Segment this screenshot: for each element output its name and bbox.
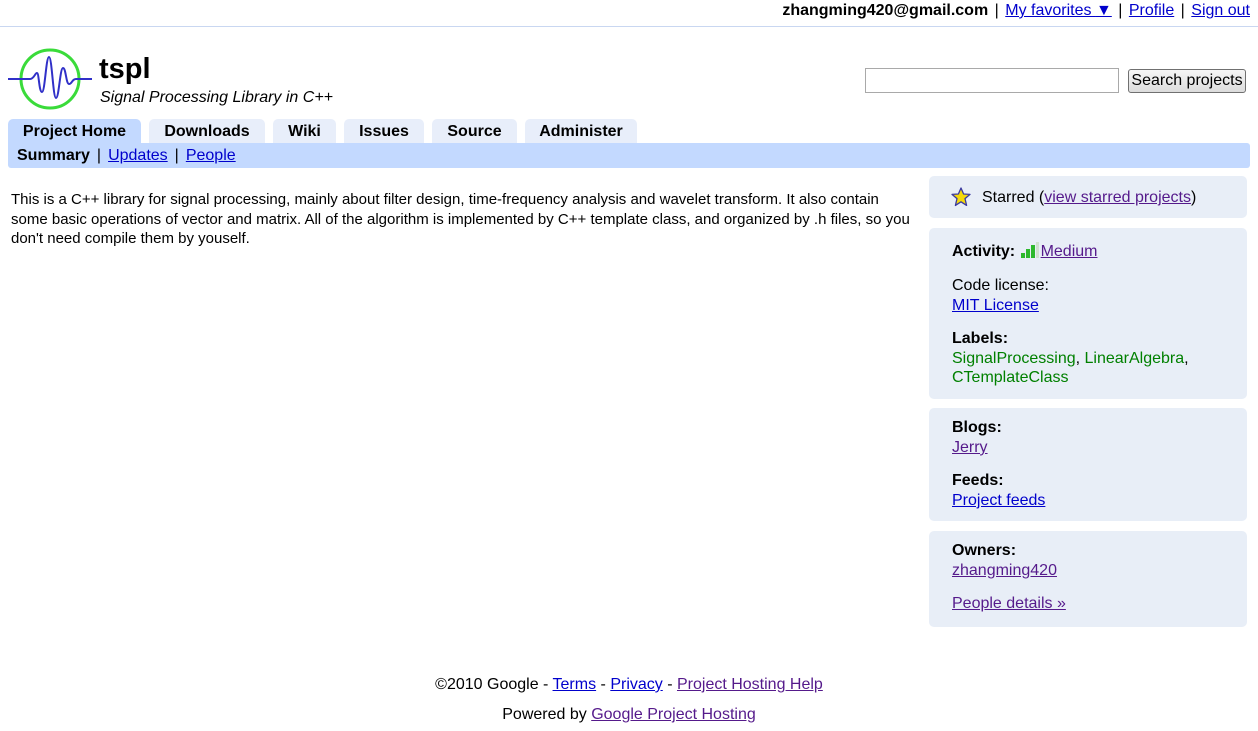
separator: |: [1180, 2, 1185, 19]
view-starred-projects-link[interactable]: view starred projects: [1044, 189, 1191, 206]
activity-label: Activity:: [952, 243, 1016, 260]
blog-link[interactable]: Jerry: [952, 439, 988, 456]
subnav-summary: Summary: [17, 147, 90, 164]
activity-row: Activity: Medium: [952, 242, 1097, 262]
label-tag[interactable]: SignalProcessing: [952, 350, 1076, 367]
labels-list-cont: CTemplateClass: [952, 368, 1068, 388]
feeds-label: Feeds:: [952, 472, 1004, 489]
starred-label: Starred: [982, 189, 1035, 206]
owners-label: Owners:: [952, 542, 1017, 559]
activity-value-link[interactable]: Medium: [1041, 243, 1098, 260]
user-email: zhangming420@gmail.com: [782, 2, 989, 19]
privacy-link[interactable]: Privacy: [610, 676, 662, 693]
user-bar: zhangming420@gmail.com | My favorites ▼ …: [0, 0, 1258, 27]
my-favorites-label: My favorites: [1005, 2, 1092, 19]
license-label: Code license:: [952, 277, 1049, 294]
tab-downloads[interactable]: Downloads: [149, 119, 265, 143]
terms-link[interactable]: Terms: [553, 676, 597, 693]
project-summary: Signal Processing Library in C++: [100, 89, 334, 106]
copyright: ©2010 Google: [435, 676, 539, 693]
project-logo[interactable]: [8, 48, 92, 110]
label-tag[interactable]: CTemplateClass: [952, 369, 1068, 386]
footer-links: ©2010 Google - Terms - Privacy - Project…: [435, 676, 823, 693]
owners-box: Owners: zhangming420 People details »: [929, 531, 1247, 627]
subnav-people[interactable]: People: [186, 147, 236, 164]
tab-administer[interactable]: Administer: [525, 119, 637, 143]
search-input[interactable]: [865, 68, 1119, 93]
sign-out-link[interactable]: Sign out: [1191, 2, 1250, 19]
people-details-link[interactable]: People details »: [952, 595, 1066, 612]
separator: |: [1118, 2, 1123, 19]
google-project-hosting-link[interactable]: Google Project Hosting: [591, 706, 756, 723]
blog-row: Jerry: [952, 438, 988, 458]
powered-by-label: Powered by: [502, 706, 587, 723]
people-details-row: People details »: [952, 594, 1066, 614]
owner-row: zhangming420: [952, 561, 1057, 581]
star-icon[interactable]: [951, 187, 971, 207]
labels-label: Labels:: [952, 330, 1009, 347]
separator: |: [174, 147, 179, 164]
project-description: This is a C++ library for signal process…: [11, 191, 910, 247]
starred-line: Starred (view starred projects): [982, 189, 1197, 206]
license-row: MIT License: [952, 296, 1039, 316]
label-tag[interactable]: LinearAlgebra: [1085, 350, 1185, 367]
separator: |: [994, 2, 999, 19]
footer-powered: Powered by Google Project Hosting: [0, 705, 1258, 725]
starred-box: Starred (view starred projects): [929, 176, 1247, 218]
project-meta-box: Activity: Medium Code license: MIT Licen…: [929, 228, 1247, 399]
project-hosting-help-link[interactable]: Project Hosting Help: [677, 676, 823, 693]
tab-issues[interactable]: Issues: [344, 119, 424, 143]
project-name[interactable]: tspl: [99, 53, 151, 86]
dropdown-arrow-icon: ▼: [1095, 2, 1112, 19]
subnav-updates[interactable]: Updates: [108, 147, 168, 164]
sub-navigation: Summary | Updates | People: [8, 143, 1250, 168]
project-feeds-link[interactable]: Project feeds: [952, 492, 1045, 509]
activity-meter-icon: [1020, 242, 1039, 258]
tab-project-home[interactable]: Project Home: [8, 119, 141, 143]
tab-source[interactable]: Source: [432, 119, 517, 143]
profile-link[interactable]: Profile: [1129, 2, 1174, 19]
separator: |: [96, 147, 102, 164]
search-projects-button[interactable]: Search projects: [1128, 69, 1246, 93]
owner-link[interactable]: zhangming420: [952, 562, 1057, 579]
labels-list: SignalProcessing, LinearAlgebra,: [952, 350, 1189, 367]
blogs-feeds-box: Blogs: Jerry Feeds: Project feeds: [929, 408, 1247, 521]
license-link[interactable]: MIT License: [952, 297, 1039, 314]
tab-wiki[interactable]: Wiki: [273, 119, 336, 143]
blogs-label: Blogs:: [952, 419, 1002, 436]
feeds-row: Project feeds: [952, 491, 1045, 511]
my-favorites-link[interactable]: My favorites ▼: [1005, 2, 1112, 19]
